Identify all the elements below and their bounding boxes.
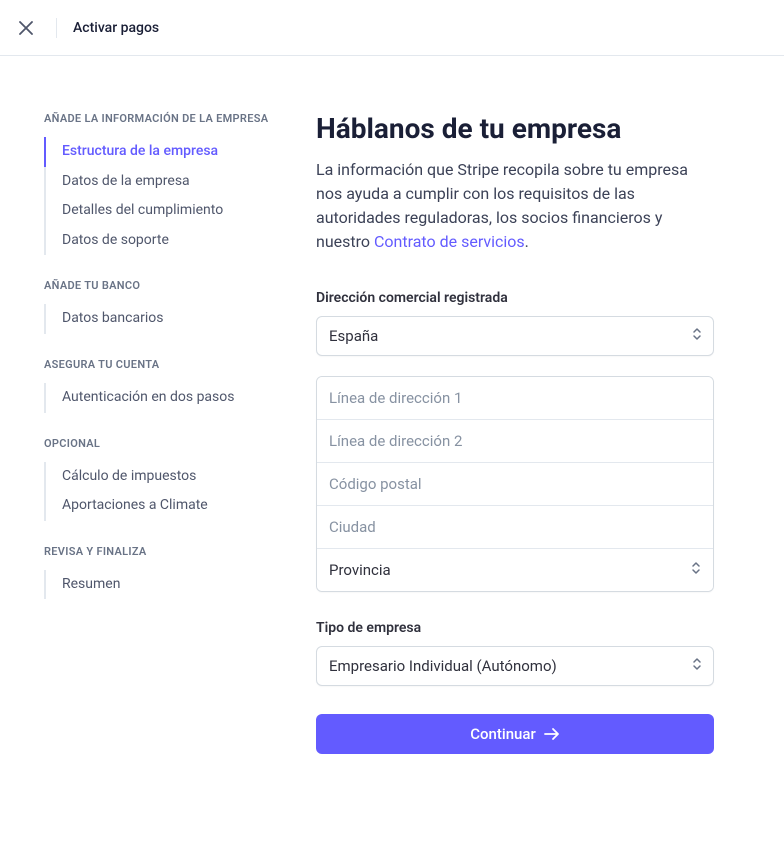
sidebar: AÑADE LA INFORMACIÓN DE LA EMPRESA Estru… bbox=[44, 112, 276, 754]
sidebar-item-compliance-details[interactable]: Detalles del cumplimiento bbox=[44, 196, 276, 226]
sidebar-section-title: OPCIONAL bbox=[44, 437, 276, 450]
province-select[interactable]: Provincia bbox=[317, 549, 713, 591]
business-type-select[interactable]: Empresario Individual (Autónomo) bbox=[316, 646, 714, 686]
business-type-select-wrap: Empresario Individual (Autónomo) bbox=[316, 646, 714, 686]
postal-code-input[interactable] bbox=[317, 463, 713, 505]
business-type-section: Tipo de empresa Empresario Individual (A… bbox=[316, 620, 714, 686]
sidebar-item-label: Estructura de la empresa bbox=[62, 143, 218, 159]
sidebar-section-review: REVISA Y FINALIZA Resumen bbox=[44, 545, 276, 600]
page-title: Activar pagos bbox=[73, 20, 159, 36]
sidebar-item-company-data[interactable]: Datos de la empresa bbox=[44, 167, 276, 197]
sidebar-section-title: AÑADE TU BANCO bbox=[44, 279, 276, 292]
sidebar-section-optional: OPCIONAL Cálculo de impuestos Aportacion… bbox=[44, 437, 276, 521]
address-section: Dirección comercial registrada España Pr… bbox=[316, 290, 714, 592]
sidebar-item-bank-data[interactable]: Datos bancarios bbox=[44, 304, 276, 334]
country-select-wrap: España bbox=[316, 316, 714, 356]
continue-button-label: Continuar bbox=[470, 725, 536, 743]
address-line-2-input[interactable] bbox=[317, 420, 713, 462]
sidebar-item-two-factor[interactable]: Autenticación en dos pasos bbox=[44, 383, 276, 413]
main-description: La información que Stripe recopila sobre… bbox=[316, 158, 714, 254]
address-line-1-input[interactable] bbox=[317, 377, 713, 419]
city-input[interactable] bbox=[317, 506, 713, 548]
main-content: Háblanos de tu empresa La información qu… bbox=[316, 112, 738, 754]
sidebar-section-title: AÑADE LA INFORMACIÓN DE LA EMPRESA bbox=[44, 112, 276, 125]
sidebar-section-title: ASEGURA TU CUENTA bbox=[44, 358, 276, 371]
sidebar-item-company-structure[interactable]: Estructura de la empresa bbox=[44, 137, 276, 167]
sidebar-item-label: Datos bancarios bbox=[62, 310, 163, 326]
address-stack: Provincia bbox=[316, 376, 714, 592]
sidebar-section-company-info: AÑADE LA INFORMACIÓN DE LA EMPRESA Estru… bbox=[44, 112, 276, 255]
sidebar-item-summary[interactable]: Resumen bbox=[44, 570, 276, 600]
sidebar-item-label: Resumen bbox=[62, 576, 120, 592]
country-select[interactable]: España bbox=[316, 316, 714, 356]
close-icon bbox=[19, 21, 33, 35]
continue-button[interactable]: Continuar bbox=[316, 714, 714, 754]
sidebar-item-support-data[interactable]: Datos de soporte bbox=[44, 226, 276, 256]
top-bar: Activar pagos bbox=[0, 0, 784, 56]
sidebar-section-bank: AÑADE TU BANCO Datos bancarios bbox=[44, 279, 276, 334]
sidebar-item-label: Detalles del cumplimiento bbox=[62, 202, 223, 218]
sidebar-section-secure-account: ASEGURA TU CUENTA Autenticación en dos p… bbox=[44, 358, 276, 413]
close-button[interactable] bbox=[12, 14, 40, 42]
sidebar-item-label: Datos de soporte bbox=[62, 232, 169, 248]
business-type-label: Tipo de empresa bbox=[316, 620, 714, 636]
address-section-label: Dirección comercial registrada bbox=[316, 290, 714, 306]
arrow-right-icon bbox=[544, 727, 560, 741]
sidebar-item-climate[interactable]: Aportaciones a Climate bbox=[44, 491, 276, 521]
sidebar-item-label: Autenticación en dos pasos bbox=[62, 389, 234, 405]
sidebar-item-label: Datos de la empresa bbox=[62, 173, 190, 189]
sidebar-item-label: Cálculo de impuestos bbox=[62, 468, 196, 484]
sidebar-item-tax-calc[interactable]: Cálculo de impuestos bbox=[44, 462, 276, 492]
sidebar-item-label: Aportaciones a Climate bbox=[62, 497, 208, 513]
tos-link[interactable]: Contrato de servicios bbox=[374, 232, 525, 251]
main-heading: Háblanos de tu empresa bbox=[316, 112, 714, 146]
description-text-post: . bbox=[525, 232, 529, 251]
divider bbox=[56, 18, 57, 38]
sidebar-section-title: REVISA Y FINALIZA bbox=[44, 545, 276, 558]
